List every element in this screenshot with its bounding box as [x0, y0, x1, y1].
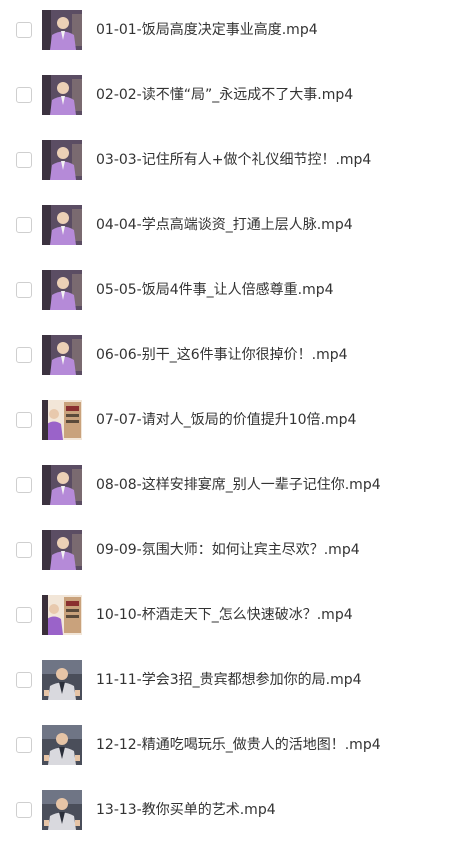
file-list: 01-01-饭局高度决定事业高度.mp4 02-02-读不懂“局”_永远成不了大… [0, 0, 450, 839]
file-name[interactable]: 08-08-这样安排宴席_别人一辈子记住你.mp4 [96, 476, 381, 494]
file-name[interactable]: 02-02-读不懂“局”_永远成不了大事.mp4 [96, 86, 353, 104]
file-row[interactable]: 05-05-饭局4件事_让人倍感尊重.mp4 [0, 260, 450, 324]
file-row[interactable]: 01-01-饭局高度决定事业高度.mp4 [0, 0, 450, 64]
file-name[interactable]: 06-06-别干_这6件事让你很掉价！.mp4 [96, 346, 348, 364]
video-thumbnail[interactable] [42, 270, 82, 310]
file-row[interactable]: 04-04-学点高端谈资_打通上层人脉.mp4 [0, 195, 450, 259]
file-checkbox[interactable] [16, 477, 32, 493]
file-name[interactable]: 04-04-学点高端谈资_打通上层人脉.mp4 [96, 216, 353, 234]
file-row[interactable]: 03-03-记住所有人+做个礼仪细节控！.mp4 [0, 130, 450, 194]
file-row[interactable]: 02-02-读不懂“局”_永远成不了大事.mp4 [0, 65, 450, 129]
file-row[interactable]: 07-07-请对人_饭局的价值提升10倍.mp4 [0, 390, 450, 454]
video-thumbnail[interactable] [42, 660, 82, 700]
file-name[interactable]: 10-10-杯酒走天下_怎么快速破冰？.mp4 [96, 606, 353, 624]
file-row[interactable]: 08-08-这样安排宴席_别人一辈子记住你.mp4 [0, 455, 450, 519]
file-name[interactable]: 03-03-记住所有人+做个礼仪细节控！.mp4 [96, 151, 371, 169]
file-row[interactable]: 13-13-教你买单的艺术.mp4 [0, 780, 450, 844]
video-thumbnail[interactable] [42, 400, 82, 440]
video-thumbnail[interactable] [42, 465, 82, 505]
file-row[interactable]: 09-09-氛围大师：如何让宾主尽欢？.mp4 [0, 520, 450, 584]
file-checkbox[interactable] [16, 607, 32, 623]
video-thumbnail[interactable] [42, 790, 82, 830]
file-name[interactable]: 01-01-饭局高度决定事业高度.mp4 [96, 21, 318, 39]
video-thumbnail[interactable] [42, 205, 82, 245]
file-checkbox[interactable] [16, 152, 32, 168]
file-checkbox[interactable] [16, 802, 32, 818]
file-name[interactable]: 13-13-教你买单的艺术.mp4 [96, 801, 276, 819]
video-thumbnail[interactable] [42, 75, 82, 115]
file-checkbox[interactable] [16, 282, 32, 298]
video-thumbnail[interactable] [42, 10, 82, 50]
file-checkbox[interactable] [16, 542, 32, 558]
file-name[interactable]: 12-12-精通吃喝玩乐_做贵人的活地图！.mp4 [96, 736, 381, 754]
file-row[interactable]: 10-10-杯酒走天下_怎么快速破冰？.mp4 [0, 585, 450, 649]
video-thumbnail[interactable] [42, 335, 82, 375]
file-name[interactable]: 05-05-饭局4件事_让人倍感尊重.mp4 [96, 281, 334, 299]
video-thumbnail[interactable] [42, 595, 82, 635]
file-checkbox[interactable] [16, 87, 32, 103]
file-name[interactable]: 11-11-学会3招_贵宾都想参加你的局.mp4 [96, 671, 362, 689]
file-checkbox[interactable] [16, 347, 32, 363]
video-thumbnail[interactable] [42, 530, 82, 570]
file-row[interactable]: 06-06-别干_这6件事让你很掉价！.mp4 [0, 325, 450, 389]
file-checkbox[interactable] [16, 22, 32, 38]
file-checkbox[interactable] [16, 217, 32, 233]
video-thumbnail[interactable] [42, 725, 82, 765]
file-name[interactable]: 07-07-请对人_饭局的价值提升10倍.mp4 [96, 411, 356, 429]
video-thumbnail[interactable] [42, 140, 82, 180]
file-checkbox[interactable] [16, 412, 32, 428]
file-checkbox[interactable] [16, 737, 32, 753]
file-checkbox[interactable] [16, 672, 32, 688]
file-row[interactable]: 11-11-学会3招_贵宾都想参加你的局.mp4 [0, 650, 450, 714]
file-name[interactable]: 09-09-氛围大师：如何让宾主尽欢？.mp4 [96, 541, 360, 559]
file-row[interactable]: 12-12-精通吃喝玩乐_做贵人的活地图！.mp4 [0, 715, 450, 779]
